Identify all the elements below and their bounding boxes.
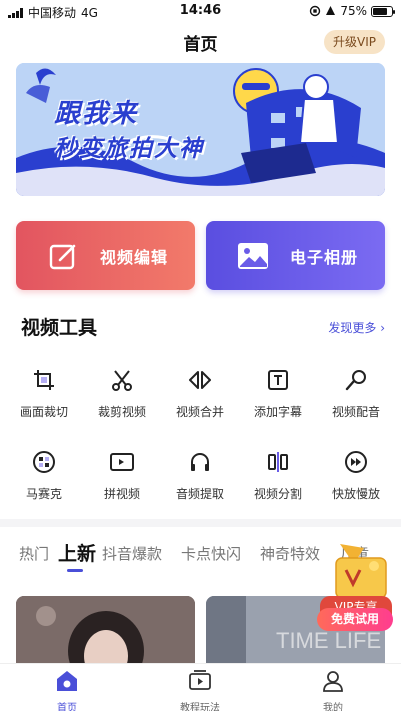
tab-hot[interactable]: 热门 (19, 543, 49, 564)
profile-icon (323, 671, 343, 692)
merge-icon (185, 365, 215, 395)
battery-percent: 75% (340, 4, 367, 18)
tool-label: 添加字幕 (253, 405, 302, 419)
tool-label: 快放慢放 (331, 487, 380, 501)
nav-profile[interactable]: 我的 (293, 669, 373, 711)
tab-magic-effects[interactable]: 神奇特效 (260, 543, 320, 564)
tab-new[interactable]: 上新 (58, 540, 96, 566)
tool-crop[interactable]: 画面裁切 (4, 365, 84, 420)
nav-tutorials[interactable]: 教程玩法 (160, 669, 240, 711)
tool-audio-extract[interactable]: 音频提取 (160, 447, 240, 502)
crop-icon (29, 365, 59, 395)
battery-icon (371, 5, 395, 17)
bottom-nav: 首页 教程玩法 我的 (0, 663, 401, 711)
promo-banner[interactable]: 跟我来 秒变旅拍大神 (16, 63, 385, 196)
nav-home[interactable]: 首页 (27, 669, 107, 711)
template-card[interactable] (16, 596, 195, 668)
tool-merge-video[interactable]: 视频合并 (160, 365, 240, 420)
status-bar: 中国移动 4G 14:46 75% (0, 0, 401, 22)
home-icon (57, 671, 77, 691)
discover-more-link[interactable]: 发现更多 › (328, 319, 385, 336)
tool-label: 视频合并 (175, 405, 224, 419)
scissors-icon (107, 365, 137, 395)
tool-label: 视频配音 (331, 405, 380, 419)
nav-label: 首页 (57, 703, 77, 711)
collage-icon (107, 447, 137, 477)
play-tutorial-icon (189, 670, 211, 690)
subtitle-icon (263, 365, 293, 395)
tool-add-subtitle[interactable]: 添加字幕 (238, 365, 318, 420)
edit-icon (46, 239, 80, 273)
tool-cut-video[interactable]: 裁剪视频 (82, 365, 162, 420)
tool-label: 音频提取 (175, 487, 224, 501)
photo-album-button[interactable]: 电子相册 (206, 221, 385, 290)
tool-dubbing[interactable]: 视频配音 (316, 365, 396, 420)
section-divider (0, 519, 401, 527)
image-icon (236, 239, 270, 273)
tool-collage-video[interactable]: 拼视频 (82, 447, 162, 502)
orientation-lock-icon (310, 5, 321, 17)
photo-album-label: 电子相册 (290, 247, 359, 267)
section-title-video-tools: 视频工具 (21, 317, 98, 339)
microphone-icon (341, 365, 371, 395)
mosaic-icon (29, 447, 59, 477)
video-edit-button[interactable]: 视频编辑 (16, 221, 195, 290)
free-trial-button[interactable]: 免费试用 (317, 608, 393, 631)
upgrade-vip-button[interactable]: 升级VIP (324, 30, 385, 54)
tool-label: 裁剪视频 (97, 405, 146, 419)
alarm-icon (326, 6, 336, 15)
split-icon (263, 447, 293, 477)
tool-label: 视频分割 (253, 487, 302, 501)
headphones-icon (185, 447, 215, 477)
tool-label: 拼视频 (103, 487, 140, 501)
template-thumbnail (16, 596, 195, 668)
tool-label: 马赛克 (25, 487, 62, 501)
tab-beat-flash[interactable]: 卡点快闪 (181, 543, 241, 564)
tool-mosaic[interactable]: 马赛克 (4, 447, 84, 502)
tool-label: 画面裁切 (19, 405, 68, 419)
banner-headline: 跟我来 (54, 99, 139, 129)
banner-subheadline: 秒变旅拍大神 (54, 136, 204, 162)
nav-label: 我的 (323, 703, 343, 711)
tab-douyin-hits[interactable]: 抖音爆款 (102, 543, 162, 564)
video-edit-label: 视频编辑 (100, 247, 169, 267)
tool-split-video[interactable]: 视频分割 (238, 447, 318, 502)
active-tab-indicator (67, 569, 83, 572)
nav-label: 教程玩法 (180, 703, 220, 711)
speed-icon (341, 447, 371, 477)
tool-speed[interactable]: 快放慢放 (316, 447, 396, 502)
